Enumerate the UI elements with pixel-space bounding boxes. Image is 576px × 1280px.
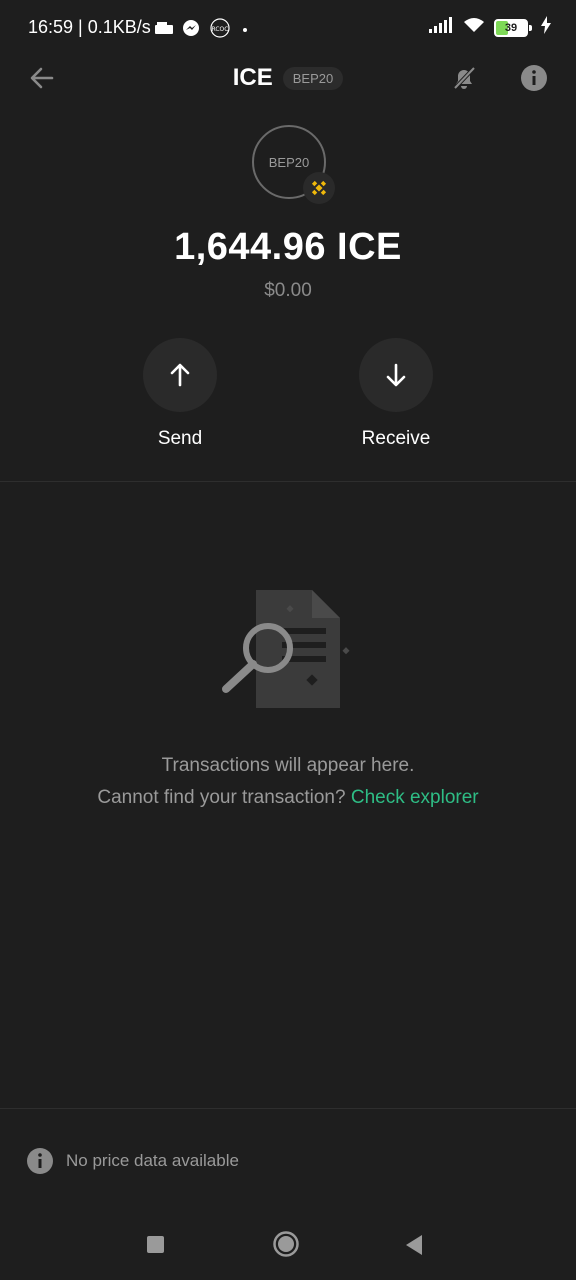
status-icons-left: RCOC xyxy=(154,18,250,43)
triangle-back-icon xyxy=(406,1235,422,1255)
charging-icon xyxy=(540,16,552,39)
arrow-down-icon xyxy=(386,363,406,387)
info-button[interactable] xyxy=(516,60,552,96)
network-chip: BEP20 xyxy=(282,66,344,90)
fiat-value: $0.00 xyxy=(264,280,312,301)
price-info: No price data available xyxy=(26,1147,239,1175)
info-circle-icon xyxy=(27,1148,53,1174)
send-circle[interactable] xyxy=(143,338,217,412)
check-explorer-link[interactable]: Check explorer xyxy=(351,787,479,808)
signal-icon xyxy=(428,16,454,39)
receive-button[interactable]: Receive xyxy=(326,338,466,450)
footer-divider xyxy=(0,1108,576,1109)
notifications-off-button[interactable] xyxy=(446,60,482,96)
status-icons-right: 39 xyxy=(428,16,552,39)
dot-icon xyxy=(240,22,250,40)
token-balance: 1,644.96 ICE xyxy=(174,226,402,268)
price-info-text: No price data available xyxy=(66,1151,239,1170)
send-label: Send xyxy=(157,428,203,449)
status-time: 16:59 | 0.1KB/s xyxy=(28,17,151,37)
storage-icon xyxy=(154,21,174,40)
home-button[interactable] xyxy=(273,1231,299,1257)
divider xyxy=(0,481,576,482)
rcoc-icon: RCOC xyxy=(208,18,232,43)
bnb-icon xyxy=(303,172,335,204)
arrow-up-icon xyxy=(170,363,190,387)
svg-text:RCOC: RCOC xyxy=(212,26,229,33)
info-icon xyxy=(521,65,547,91)
send-button[interactable]: Send xyxy=(110,338,250,450)
page-title: ICE xyxy=(232,64,273,91)
wifi-icon xyxy=(462,16,486,39)
messenger-icon xyxy=(182,19,200,42)
battery-level: 39 xyxy=(504,21,518,34)
app-header: ICE BEP20 xyxy=(0,56,576,100)
recents-button[interactable] xyxy=(147,1236,164,1253)
title-wrap: ICE BEP20 xyxy=(0,64,576,92)
empty-state-help: Cannot find your transaction? Check expl… xyxy=(0,787,576,809)
system-nav-bar xyxy=(0,1200,576,1280)
empty-state-help-text: Cannot find your transaction? xyxy=(97,787,351,808)
system-back-button[interactable] xyxy=(404,1234,424,1256)
token-logo-text: BEP20 xyxy=(268,154,310,170)
receive-circle[interactable] xyxy=(359,338,433,412)
status-bar: 16:59 | 0.1KB/s RCOC 39 xyxy=(0,0,576,56)
bell-off-icon xyxy=(453,66,476,90)
home-circle-icon xyxy=(273,1231,299,1257)
empty-state-message: Transactions will appear here. xyxy=(161,755,415,776)
battery-icon: 39 xyxy=(494,18,532,37)
receive-label: Receive xyxy=(361,428,431,449)
empty-document-search-icon xyxy=(220,588,356,712)
